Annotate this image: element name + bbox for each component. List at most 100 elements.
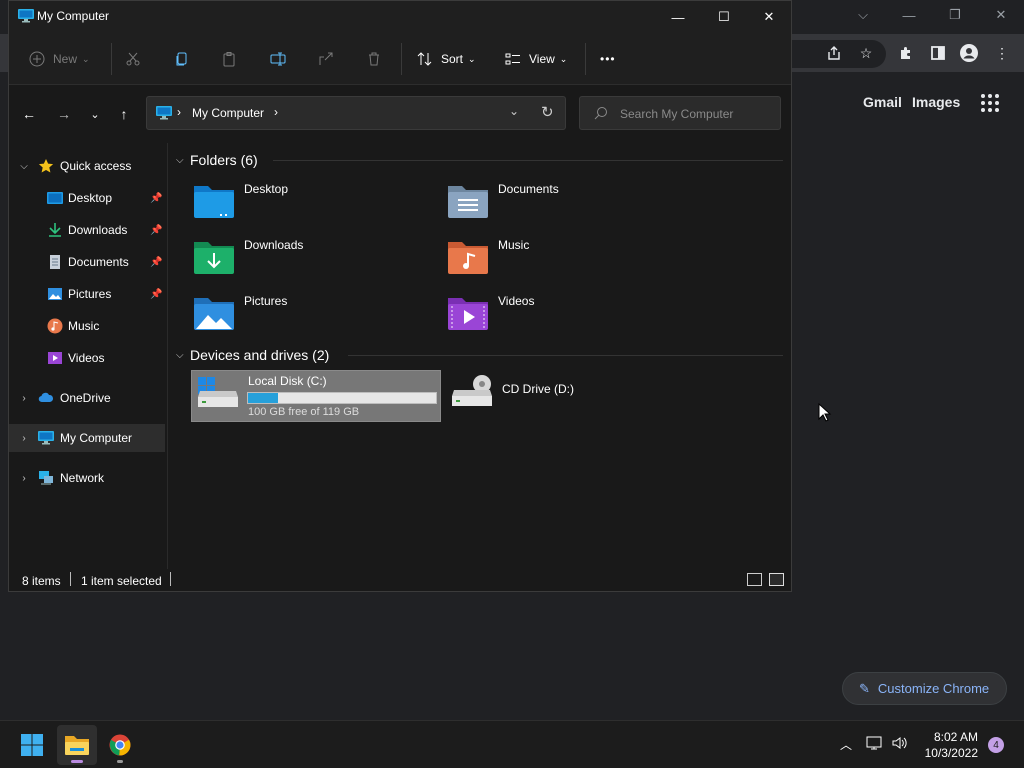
nav-label: Music bbox=[68, 319, 100, 333]
chrome-close-button[interactable]: ✕ bbox=[984, 4, 1018, 26]
chrome-tab-search-icon[interactable]: ⌵ bbox=[846, 4, 880, 26]
recent-locations-chevron-icon[interactable]: ⌄ bbox=[85, 105, 105, 123]
navigation-pane: ⌵ Quick access Desktop 📌 Downloads 📌 Doc… bbox=[9, 143, 167, 569]
folder-tile-downloads[interactable]: Downloads bbox=[188, 232, 438, 280]
explorer-titlebar[interactable]: My Computer — ☐ ✕ bbox=[9, 1, 791, 33]
start-button[interactable] bbox=[12, 725, 52, 765]
refresh-icon[interactable]: ↻ bbox=[541, 103, 554, 121]
chrome-icon bbox=[109, 734, 131, 756]
clock-date[interactable]: 10/3/2022 bbox=[920, 746, 978, 760]
documents-folder-icon bbox=[448, 186, 488, 218]
new-button[interactable]: New ⌄ bbox=[29, 47, 90, 71]
nav-item-onedrive[interactable]: › OneDrive bbox=[9, 384, 165, 412]
nav-item-documents[interactable]: Documents 📌 bbox=[9, 248, 165, 276]
clock-time[interactable]: 8:02 AM bbox=[930, 730, 978, 744]
nav-item-music[interactable]: Music bbox=[9, 312, 165, 340]
view-button[interactable]: View ⌄ bbox=[505, 47, 567, 71]
paste-button[interactable] bbox=[221, 47, 237, 71]
folder-tile-videos[interactable]: Videos bbox=[442, 288, 692, 336]
nav-item-downloads[interactable]: Downloads 📌 bbox=[9, 216, 165, 244]
up-arrow-icon[interactable]: ↑ bbox=[114, 105, 134, 123]
cut-button[interactable] bbox=[125, 47, 141, 71]
notification-badge[interactable]: 4 bbox=[988, 737, 1004, 753]
details-view-icon[interactable] bbox=[747, 573, 762, 586]
images-link[interactable]: Images bbox=[912, 94, 960, 110]
breadcrumb-chevron-icon[interactable]: › bbox=[274, 105, 278, 119]
close-button[interactable]: ✕ bbox=[746, 1, 792, 33]
music-icon bbox=[47, 318, 63, 334]
drive-name: CD Drive (D:) bbox=[502, 382, 574, 396]
drives-group-header[interactable]: Devices and drives (2) bbox=[190, 347, 329, 363]
forward-arrow-icon[interactable]: → bbox=[54, 105, 74, 123]
minimize-button[interactable]: — bbox=[655, 1, 701, 33]
file-explorer-window: My Computer — ☐ ✕ New ⌄ Sort ⌄ View ⌄ ••… bbox=[8, 0, 792, 592]
copy-button[interactable] bbox=[174, 47, 190, 71]
chrome-minimize-button[interactable]: — bbox=[892, 4, 926, 26]
drive-tile-local-disk-c[interactable]: Local Disk (C:) 100 GB free of 119 GB bbox=[191, 370, 441, 422]
nav-quick-access[interactable]: ⌵ Quick access bbox=[9, 152, 165, 180]
folder-tile-music[interactable]: Music bbox=[442, 232, 692, 280]
folder-tile-documents[interactable]: Documents bbox=[442, 176, 692, 224]
chevron-down-icon[interactable]: ⌵ bbox=[176, 155, 184, 166]
network-icon bbox=[39, 471, 53, 485]
pin-icon[interactable]: 📌 bbox=[150, 193, 162, 204]
volume-icon[interactable] bbox=[891, 735, 909, 751]
chevron-right-icon[interactable]: › bbox=[18, 393, 30, 404]
desktop-folder-icon bbox=[194, 186, 234, 218]
nav-label: Pictures bbox=[68, 287, 112, 301]
pin-icon[interactable]: 📌 bbox=[150, 289, 162, 300]
pin-icon[interactable]: 📌 bbox=[150, 257, 162, 268]
google-apps-icon[interactable] bbox=[981, 94, 999, 112]
breadcrumb-my-computer[interactable]: My Computer bbox=[192, 106, 264, 120]
address-dropdown-icon[interactable]: ⌄ bbox=[509, 104, 519, 118]
breadcrumb-chevron-icon[interactable]: › bbox=[177, 105, 181, 119]
nav-label: Quick access bbox=[60, 159, 132, 173]
folder-tile-pictures[interactable]: Pictures bbox=[188, 288, 438, 336]
sort-button[interactable]: Sort ⌄ bbox=[417, 47, 476, 71]
share-icon[interactable] bbox=[823, 43, 845, 63]
group-divider bbox=[348, 355, 783, 356]
nav-item-videos[interactable]: Videos bbox=[9, 344, 165, 372]
folders-group-header[interactable]: Folders (6) bbox=[190, 152, 258, 168]
profile-avatar-icon[interactable] bbox=[958, 43, 980, 63]
search-box[interactable]: Search My Computer bbox=[579, 96, 781, 130]
address-bar[interactable]: › My Computer › ⌄ ↻ bbox=[146, 96, 566, 130]
network-status-icon[interactable] bbox=[866, 735, 884, 751]
chevron-down-icon: ⌄ bbox=[468, 53, 476, 64]
side-panel-icon[interactable] bbox=[927, 43, 949, 63]
chrome-menu-icon[interactable]: ⋮ bbox=[991, 43, 1013, 63]
cloud-icon bbox=[38, 392, 54, 403]
chevron-right-icon[interactable]: › bbox=[18, 433, 30, 444]
show-hidden-icons-chevron-icon[interactable]: ︿ bbox=[840, 736, 852, 753]
share-button[interactable] bbox=[318, 47, 334, 71]
chevron-down-icon[interactable]: ⌵ bbox=[176, 350, 184, 361]
extensions-icon[interactable] bbox=[895, 43, 917, 63]
folder-tile-desktop[interactable]: Desktop bbox=[188, 176, 438, 224]
nav-item-my-computer[interactable]: › My Computer bbox=[9, 424, 165, 452]
nav-label: My Computer bbox=[60, 431, 133, 445]
maximize-button[interactable]: ☐ bbox=[701, 1, 747, 33]
cd-drive-icon bbox=[452, 375, 492, 406]
nav-item-network[interactable]: › Network bbox=[9, 464, 165, 492]
pin-icon[interactable]: 📌 bbox=[150, 225, 162, 236]
rename-button[interactable] bbox=[270, 47, 286, 71]
drive-tile-cd-drive-d[interactable]: CD Drive (D:) bbox=[446, 370, 696, 418]
nav-item-desktop[interactable]: Desktop 📌 bbox=[9, 184, 165, 212]
back-arrow-icon[interactable]: ← bbox=[19, 105, 39, 123]
clipboard-icon bbox=[223, 52, 235, 67]
taskbar-chrome[interactable] bbox=[100, 725, 140, 765]
gmail-link[interactable]: Gmail bbox=[863, 94, 902, 110]
chevron-down-icon[interactable]: ⌵ bbox=[18, 161, 30, 172]
bookmark-star-icon[interactable]: ☆ bbox=[855, 43, 877, 63]
windows-logo-icon bbox=[21, 734, 43, 756]
delete-button[interactable] bbox=[366, 47, 382, 71]
chrome-restore-button[interactable]: ❐ bbox=[938, 4, 972, 26]
selection-count: 1 item selected bbox=[81, 574, 162, 588]
nav-item-pictures[interactable]: Pictures 📌 bbox=[9, 280, 165, 308]
customize-chrome-button[interactable]: ✎ Customize Chrome bbox=[842, 672, 1007, 705]
large-icons-view-icon[interactable] bbox=[769, 573, 784, 586]
chevron-right-icon[interactable]: › bbox=[18, 473, 30, 484]
mouse-cursor-icon bbox=[818, 403, 832, 422]
taskbar-file-explorer[interactable] bbox=[57, 725, 97, 765]
see-more-button[interactable]: ••• bbox=[600, 47, 616, 71]
